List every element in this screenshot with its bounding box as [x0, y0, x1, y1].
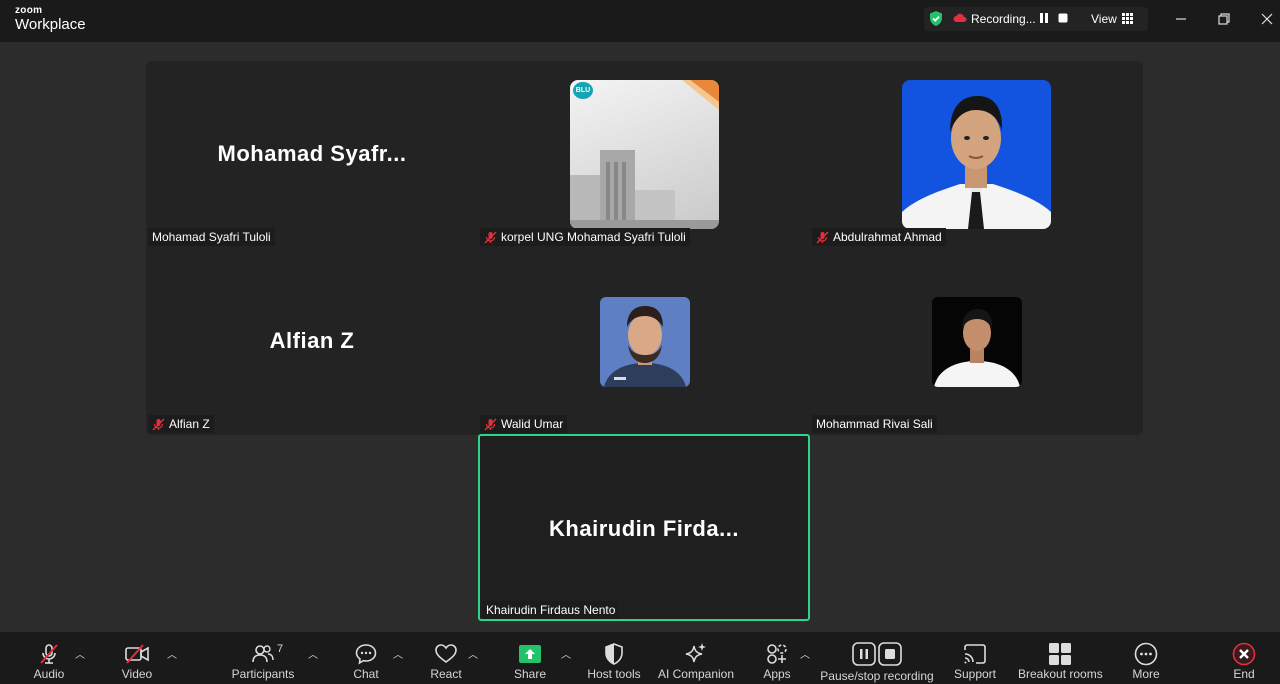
participant-label-text: korpel UNG Mohamad Syafri Tuloli	[501, 230, 686, 244]
apps-button[interactable]: Apps	[757, 632, 797, 684]
react-button[interactable]: React	[426, 632, 466, 684]
participant-avatar: BLU	[570, 80, 719, 229]
self-display-name: Khairudin Firda...	[549, 516, 739, 541]
cloud-recording-icon	[953, 13, 967, 22]
participant-avatar	[600, 297, 690, 387]
view-grid-icon[interactable]	[1122, 13, 1133, 24]
breakout-rooms-button[interactable]: Breakout rooms	[1018, 632, 1103, 684]
participant-name-label: Abdulrahmat Ahmad	[812, 228, 946, 246]
participant-name-label: Mohamad Syafri Tuloli	[148, 228, 275, 246]
more-options-icon	[1134, 642, 1158, 666]
person-photo-icon	[934, 309, 1020, 387]
participants-count: 7	[277, 643, 284, 655]
close-window-icon[interactable]	[1259, 11, 1275, 27]
chat-icon	[355, 644, 377, 665]
video-off-icon	[125, 644, 149, 664]
share-options-caret-icon[interactable]: ︿	[561, 646, 571, 661]
apps-label: Apps	[763, 667, 791, 681]
muted-mic-icon	[484, 418, 497, 430]
react-label: React	[430, 667, 462, 681]
minimize-icon[interactable]	[1173, 11, 1189, 27]
participant-name-label: Mohammad Rivai Sali	[812, 415, 937, 433]
share-label: Share	[513, 667, 547, 681]
muted-mic-icon	[484, 231, 497, 243]
participant-name-label: Walid Umar	[480, 415, 568, 433]
participant-label-text: Mohamad Syafri Tuloli	[152, 230, 271, 244]
restore-icon[interactable]	[1216, 11, 1232, 27]
cartoon-avatar-icon	[604, 306, 686, 387]
video-options-caret-icon[interactable]: ︿	[167, 646, 177, 661]
muted-mic-icon	[816, 231, 829, 243]
participant-label-text: Alfian Z	[169, 417, 210, 431]
person-photo-icon	[902, 96, 1051, 229]
breakout-rooms-label: Breakout rooms	[1018, 667, 1103, 681]
heart-icon	[435, 644, 457, 663]
breakout-rooms-icon	[1049, 643, 1071, 665]
support-label: Support	[953, 667, 997, 681]
participant-label-text: Mohammad Rivai Sali	[816, 417, 933, 431]
chat-label: Chat	[353, 667, 379, 681]
shield-icon	[605, 643, 623, 665]
share-screen-icon	[519, 645, 541, 663]
host-tools-button[interactable]: Host tools	[584, 632, 644, 684]
building-photo-icon	[570, 80, 719, 229]
participants-options-caret-icon[interactable]: ︿	[308, 646, 318, 661]
apps-options-caret-icon[interactable]: ︿	[800, 646, 810, 661]
pause-stop-recording-label: Pause/stop recording	[820, 669, 934, 683]
audio-options-caret-icon[interactable]: ︿	[75, 646, 85, 661]
more-button[interactable]: More	[1126, 632, 1166, 684]
logo-brand-top: zoom	[15, 5, 43, 16]
participant-tile[interactable]: Mohamad Syafr...	[146, 61, 478, 248]
apps-icon	[767, 644, 787, 664]
ai-companion-label: AI Companion	[657, 667, 735, 681]
pause-stop-recording-icon	[852, 642, 902, 666]
recording-status-label[interactable]: Recording...	[971, 12, 1036, 26]
participants-icon	[252, 645, 274, 663]
self-view-tile[interactable]: Khairudin Firda... Khairudin Firdaus Nen…	[478, 434, 810, 621]
security-shield-icon[interactable]	[928, 10, 944, 27]
participant-label-text: Walid Umar	[501, 417, 564, 431]
pause-recording-icon[interactable]	[1038, 12, 1050, 24]
self-name-label: Khairudin Firdaus Nento	[482, 601, 620, 619]
pause-stop-recording-button[interactable]: Pause/stop recording	[820, 632, 934, 684]
participant-name-label: Alfian Z	[148, 415, 214, 433]
participant-tile[interactable]: Alfian Z	[146, 248, 478, 435]
audio-button[interactable]: Audio	[24, 632, 74, 684]
chat-button[interactable]: Chat	[346, 632, 386, 684]
muted-mic-icon	[40, 644, 58, 664]
ai-companion-button[interactable]: AI Companion	[656, 632, 736, 684]
ai-sparkle-icon	[685, 643, 706, 663]
participant-avatar	[902, 80, 1051, 229]
participant-label-text: Abdulrahmat Ahmad	[833, 230, 942, 244]
blu-badge: BLU	[573, 82, 593, 99]
video-label: Video	[121, 667, 153, 681]
chat-options-caret-icon[interactable]: ︿	[393, 646, 403, 661]
end-call-icon	[1232, 642, 1256, 666]
more-label: More	[1132, 667, 1160, 681]
participant-name-label: korpel UNG Mohamad Syafri Tuloli	[480, 228, 690, 246]
participants-button[interactable]: 7 Participants	[228, 632, 298, 684]
participant-avatar	[932, 297, 1022, 387]
host-tools-label: Host tools	[587, 667, 641, 681]
end-meeting-button[interactable]: End	[1224, 632, 1264, 684]
cast-support-icon	[964, 644, 986, 664]
participant-display-name: Mohamad Syafr...	[217, 141, 407, 166]
end-label: End	[1233, 667, 1255, 681]
muted-mic-icon	[152, 418, 165, 430]
audio-label: Audio	[33, 667, 65, 681]
participant-label-text: Khairudin Firdaus Nento	[486, 603, 616, 617]
view-menu-label[interactable]: View	[1091, 12, 1117, 26]
stop-recording-icon[interactable]	[1057, 12, 1069, 24]
logo-brand-bottom: Workplace	[15, 16, 86, 33]
support-button[interactable]: Support	[950, 632, 1000, 684]
react-options-caret-icon[interactable]: ︿	[468, 646, 478, 661]
participant-display-name: Alfian Z	[269, 328, 355, 353]
share-button[interactable]: Share	[510, 632, 550, 684]
participants-label: Participants	[231, 667, 295, 681]
video-button[interactable]: Video	[112, 632, 162, 684]
zoom-logo: zoom Workplace	[15, 5, 86, 33]
